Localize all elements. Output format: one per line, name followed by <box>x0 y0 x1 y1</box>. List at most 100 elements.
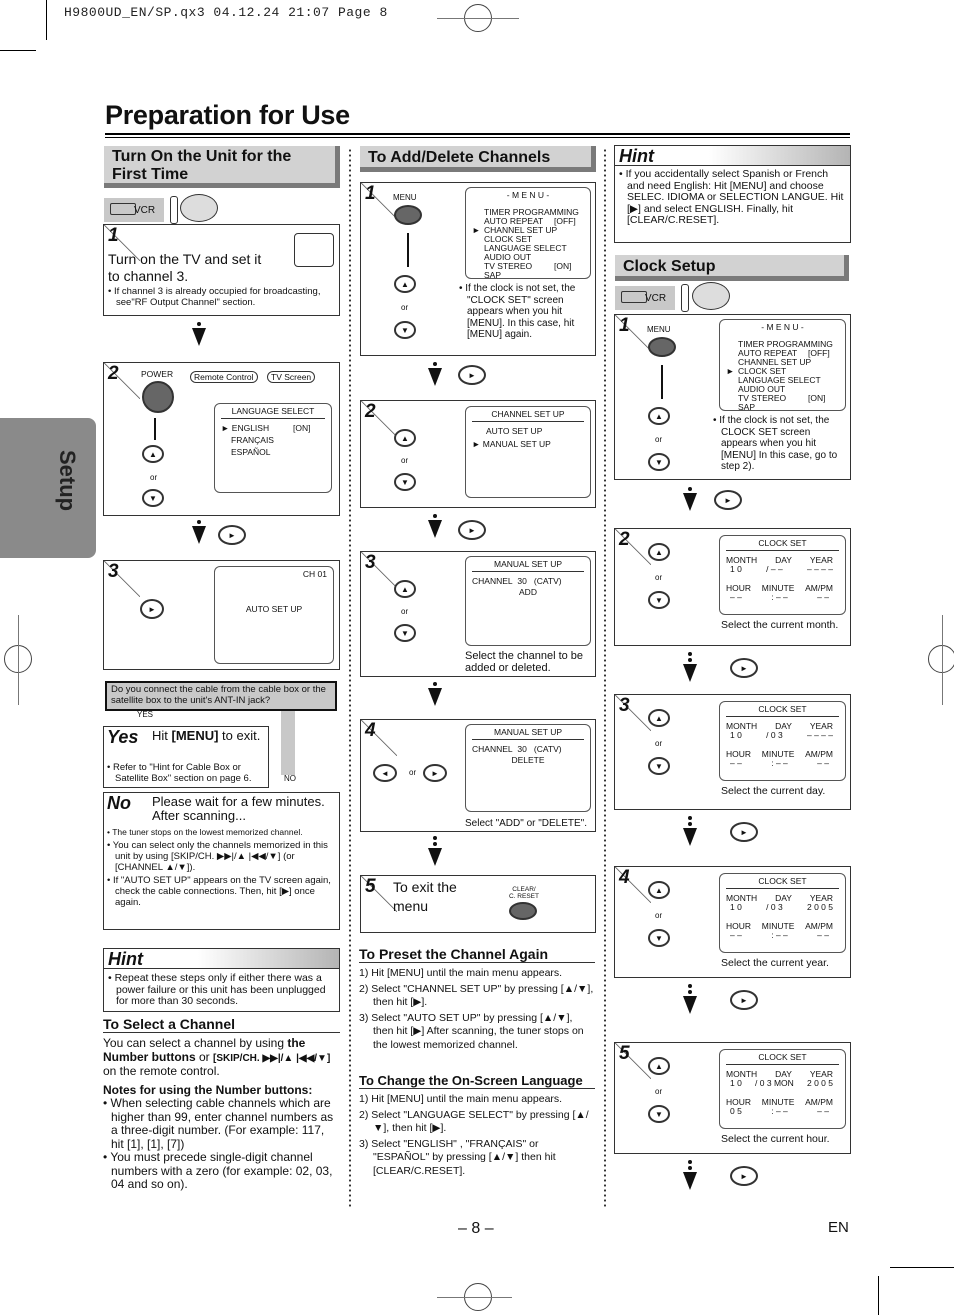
add-step-5-exit: 5 To exit the menu CLEAR/ C. RESET <box>360 875 596 933</box>
language-code: EN <box>828 1219 849 1236</box>
up-button[interactable]: ▲ <box>648 709 670 727</box>
step-1-turn-on-tv: 1 Turn on the TV and set it to channel 3… <box>103 224 340 316</box>
yes-box: Yes Hit [MENU] to exit. • Refer to "Hint… <box>103 726 269 788</box>
status-flashing: DELETE <box>511 755 545 765</box>
step-number: 3 <box>619 695 630 716</box>
day-value: / – – <box>766 564 783 574</box>
down-button[interactable]: ▼ <box>142 489 164 507</box>
remote-control-bubble: Remote Control <box>190 371 258 383</box>
section-title-first-time: Turn On the Unit for the First Time <box>104 146 340 188</box>
crop-mark <box>890 1267 954 1268</box>
minute-value: : – – <box>771 1106 788 1116</box>
section-title-clock-setup: Clock Setup <box>615 255 849 281</box>
up-button[interactable]: ▲ <box>648 543 670 561</box>
left-button[interactable]: ◄ <box>373 764 397 782</box>
vcr-button-icon <box>180 194 218 222</box>
flow-arrow <box>428 360 442 386</box>
registration-mark <box>437 1297 512 1298</box>
play-button[interactable]: ► <box>714 490 742 510</box>
change-language-section: To Change the On-Screen Language 1) Hit … <box>359 1073 595 1178</box>
menu-item: SAP <box>738 402 756 412</box>
menu-item: AUTO SET UP <box>486 426 543 436</box>
right-button[interactable]: ► <box>423 764 447 782</box>
cable-question: Do you connect the cable from the cable … <box>105 681 337 711</box>
clock-step-3: 3 ▲ or ▼ CLOCK SET MONTH DAY YEAR 1 0/ 0 3… <box>614 694 851 810</box>
up-button[interactable]: ▲ <box>648 1057 670 1075</box>
menu-button[interactable] <box>394 205 422 225</box>
hint-box-language: Hint • If you accidentally select Spanis… <box>614 145 851 243</box>
tv-screen-auto-setup: CH 01 AUTO SET UP <box>214 566 334 664</box>
play-button[interactable]: ► <box>218 525 246 545</box>
remote-icon <box>170 196 178 224</box>
menu-item: FRANÇAIS <box>231 435 274 445</box>
vcr-button-icon <box>692 282 730 310</box>
tv-screen-bubble: TV Screen <box>267 371 316 383</box>
day-value: / 0 3 <box>766 730 783 740</box>
menu-item: SAP <box>484 270 502 280</box>
clear-reset-button[interactable] <box>509 902 537 920</box>
vcr-mode-icon: VCR <box>615 286 675 310</box>
step-number: 3 <box>365 552 376 573</box>
hour-value: – – <box>730 930 742 940</box>
step-number: 2 <box>108 363 119 384</box>
tv-screen-main-menu: - M E N U - TIMER PROGRAMMING AUTO REPEAT… <box>719 319 846 412</box>
flow-arrow <box>428 512 442 538</box>
power-button[interactable] <box>142 381 174 413</box>
step-number: 1 <box>108 225 119 246</box>
down-arrow-icon <box>407 233 409 267</box>
flow-arrow <box>192 320 206 346</box>
tv-screen-clock-set: CLOCK SET MONTH DAY YEAR 1 0/ 0 32 0 0 5 H… <box>719 873 846 953</box>
crop-mark <box>46 0 47 40</box>
play-button[interactable]: ► <box>730 1166 758 1186</box>
up-button[interactable]: ▲ <box>142 445 164 463</box>
play-button[interactable]: ► <box>458 520 486 540</box>
play-button[interactable]: ► <box>730 822 758 842</box>
flow-arrow <box>683 650 697 682</box>
down-button[interactable]: ▼ <box>648 453 670 471</box>
registration-mark <box>18 615 19 705</box>
hour-value: – – <box>730 758 742 768</box>
down-button[interactable]: ▼ <box>648 591 670 609</box>
minute-value: : – – <box>771 930 788 940</box>
column-divider <box>604 148 606 1208</box>
crop-mark <box>878 1276 879 1315</box>
year-value: 2 0 0 5 <box>807 902 833 912</box>
up-button[interactable]: ▲ <box>394 580 416 598</box>
clock-step-1-menu: 1 MENU ▲ or ▼ - M E N U - TIMER PROGRAMM… <box>614 314 851 480</box>
menu-button[interactable] <box>648 337 676 357</box>
no-box: No Please wait for a few minutes. After … <box>103 792 340 930</box>
down-button[interactable]: ▼ <box>394 473 416 491</box>
play-button[interactable]: ► <box>458 365 486 385</box>
flow-arrow <box>683 814 697 846</box>
up-button[interactable]: ▲ <box>648 407 670 425</box>
registration-mark <box>928 645 954 673</box>
selection-arrow-icon: ► <box>726 366 735 376</box>
up-button[interactable]: ▲ <box>394 275 416 293</box>
flow-arrow <box>428 680 442 706</box>
hour-value: – – <box>730 592 742 602</box>
play-button[interactable]: ► <box>140 599 164 619</box>
ampm-value: – – <box>817 1106 829 1116</box>
up-button[interactable]: ▲ <box>648 881 670 899</box>
select-channel-section: To Select a Channel You can select a cha… <box>103 1016 340 1192</box>
year-value: – – – – <box>807 730 833 740</box>
down-button[interactable]: ▼ <box>394 624 416 642</box>
ampm-value: – – <box>817 758 829 768</box>
no-flow-bar <box>281 711 295 775</box>
down-button[interactable]: ▼ <box>648 757 670 775</box>
play-button[interactable]: ► <box>730 990 758 1010</box>
play-button[interactable]: ► <box>730 658 758 678</box>
flow-arrow <box>192 518 206 544</box>
step-number: 1 <box>365 183 376 204</box>
side-tab-setup[interactable]: Setup <box>0 418 96 558</box>
flow-arrow <box>683 982 697 1014</box>
flow-arrow <box>683 485 697 511</box>
month-value: 1 0 <box>730 730 742 740</box>
down-button[interactable]: ▼ <box>648 929 670 947</box>
up-button[interactable]: ▲ <box>394 429 416 447</box>
remote-icon <box>681 284 689 312</box>
title-rule <box>105 133 850 135</box>
down-button[interactable]: ▼ <box>394 321 416 339</box>
down-button[interactable]: ▼ <box>648 1105 670 1123</box>
step-2-power-language: 2 POWER Remote Control TV Screen ▲ or ▼ … <box>103 362 340 516</box>
